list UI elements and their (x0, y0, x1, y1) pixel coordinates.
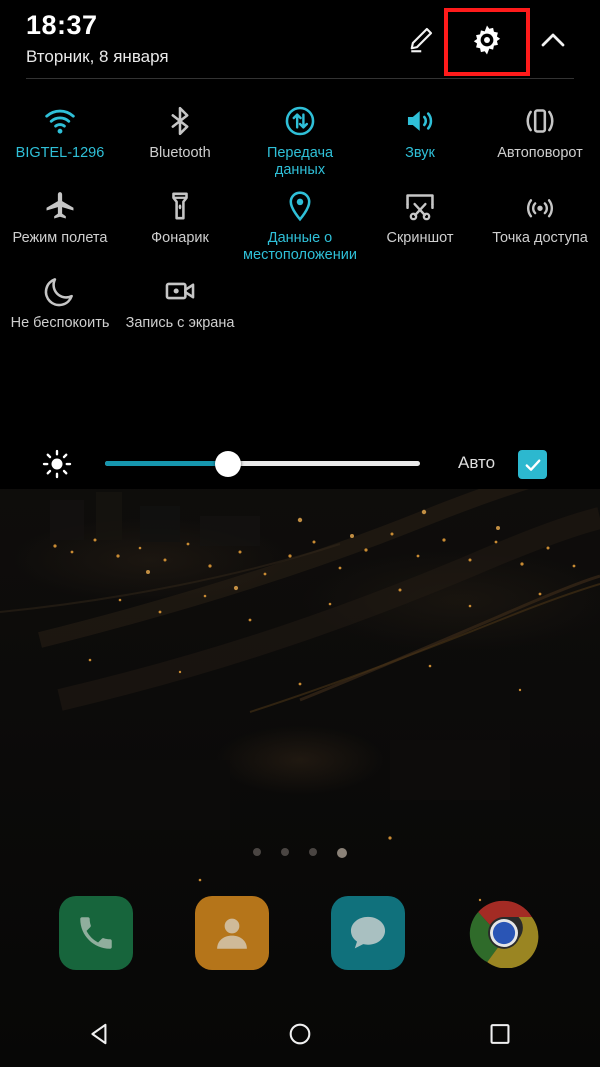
tile-label: Режим полета (12, 230, 108, 246)
home-circle-icon (289, 1023, 311, 1044)
moon-icon (43, 272, 77, 310)
phone-icon (80, 917, 112, 949)
message-icon (350, 916, 386, 949)
mobile-data-icon (283, 102, 317, 140)
edit-tiles-button[interactable] (398, 18, 442, 62)
tile-label: BIGTEL-1296 (15, 145, 105, 161)
tile-sound[interactable]: Звук (360, 96, 480, 181)
tile-do-not-disturb[interactable]: Не беспокоить (0, 266, 120, 351)
pencil-edit-icon (410, 27, 433, 53)
nav-back-button[interactable] (70, 1011, 130, 1057)
page-dot[interactable] (253, 848, 261, 856)
location-pin-icon (283, 187, 317, 225)
chrome-icon (469, 900, 539, 968)
auto-brightness-label: Авто (458, 453, 496, 472)
collapse-panel-button[interactable] (531, 18, 575, 62)
dock-app-messages[interactable] (331, 896, 405, 970)
tile-flashlight[interactable]: Фонарик (120, 181, 240, 266)
auto-brightness-checkbox[interactable] (518, 450, 547, 479)
back-triangle-icon (91, 1023, 107, 1044)
auto-rotate-icon (523, 102, 557, 140)
contacts-icon (217, 918, 247, 949)
tile-label: Фонарик (151, 230, 209, 246)
brightness-slider[interactable] (105, 450, 420, 477)
sound-icon (403, 102, 437, 140)
tile-auto-rotate[interactable]: Автоповорот (480, 96, 600, 181)
nav-recents-button[interactable] (470, 1011, 530, 1057)
home-dock (0, 888, 600, 978)
tile-label: Точка доступа (492, 230, 588, 246)
checkmark-icon (525, 459, 540, 471)
page-dot[interactable] (309, 848, 317, 856)
dock-app-chrome[interactable] (467, 896, 541, 970)
gear-icon (473, 25, 501, 55)
recents-square-icon (490, 1023, 510, 1044)
header-divider (26, 78, 574, 79)
brightness-slider-fill (105, 461, 228, 466)
tile-wifi[interactable]: BIGTEL-1296 (0, 96, 120, 181)
tile-label: Запись с экрана (125, 315, 235, 331)
screen-record-icon (163, 272, 197, 310)
screenshot-icon (403, 187, 437, 225)
hotspot-icon (523, 187, 557, 225)
brightness-icon (42, 449, 72, 479)
tile-screenshot[interactable]: Скриншот (360, 181, 480, 266)
bluetooth-icon (164, 102, 196, 140)
tile-label: Автоповорот (497, 145, 583, 161)
quick-settings-panel: 18:37 Вторник, 8 января BIGTEL-1296 Blue… (0, 0, 600, 489)
nav-home-button[interactable] (270, 1011, 330, 1057)
dock-app-contacts[interactable] (195, 896, 269, 970)
quick-settings-header: 18:37 Вторник, 8 января (0, 0, 600, 79)
page-dot[interactable] (281, 848, 289, 856)
tile-label: Bluetooth (149, 145, 211, 161)
status-clock: 18:37 (26, 10, 98, 40)
wifi-icon (43, 102, 77, 140)
tile-label: Скриншот (386, 230, 454, 246)
tile-screen-record[interactable]: Запись с экрана (120, 266, 240, 351)
brightness-row: Авто (0, 437, 600, 489)
flashlight-icon (163, 187, 197, 225)
tile-label: Данные о местоположении (243, 230, 357, 263)
tile-airplane-mode[interactable]: Режим полета (0, 181, 120, 266)
tile-hotspot[interactable]: Точка доступа (480, 181, 600, 266)
tile-location[interactable]: Данные о местоположении (240, 181, 360, 266)
tile-label: Передача данных (266, 145, 334, 178)
android-navigation-bar (0, 1000, 600, 1067)
quick-settings-tile-grid: BIGTEL-1296 Bluetooth Передача данных Зв… (0, 96, 600, 351)
tile-mobile-data[interactable]: Передача данных (240, 96, 360, 181)
tile-label: Не беспокоить (10, 315, 110, 331)
settings-button[interactable] (465, 18, 509, 62)
tile-bluetooth[interactable]: Bluetooth (120, 96, 240, 181)
brightness-slider-thumb[interactable] (214, 450, 241, 477)
chevron-up-icon (541, 33, 565, 47)
home-page-indicator (0, 848, 600, 858)
tile-label: Звук (405, 145, 435, 161)
airplane-icon (43, 187, 77, 225)
status-date: Вторник, 8 января (26, 47, 169, 66)
dock-app-phone[interactable] (59, 896, 133, 970)
page-dot-active[interactable] (337, 848, 347, 858)
